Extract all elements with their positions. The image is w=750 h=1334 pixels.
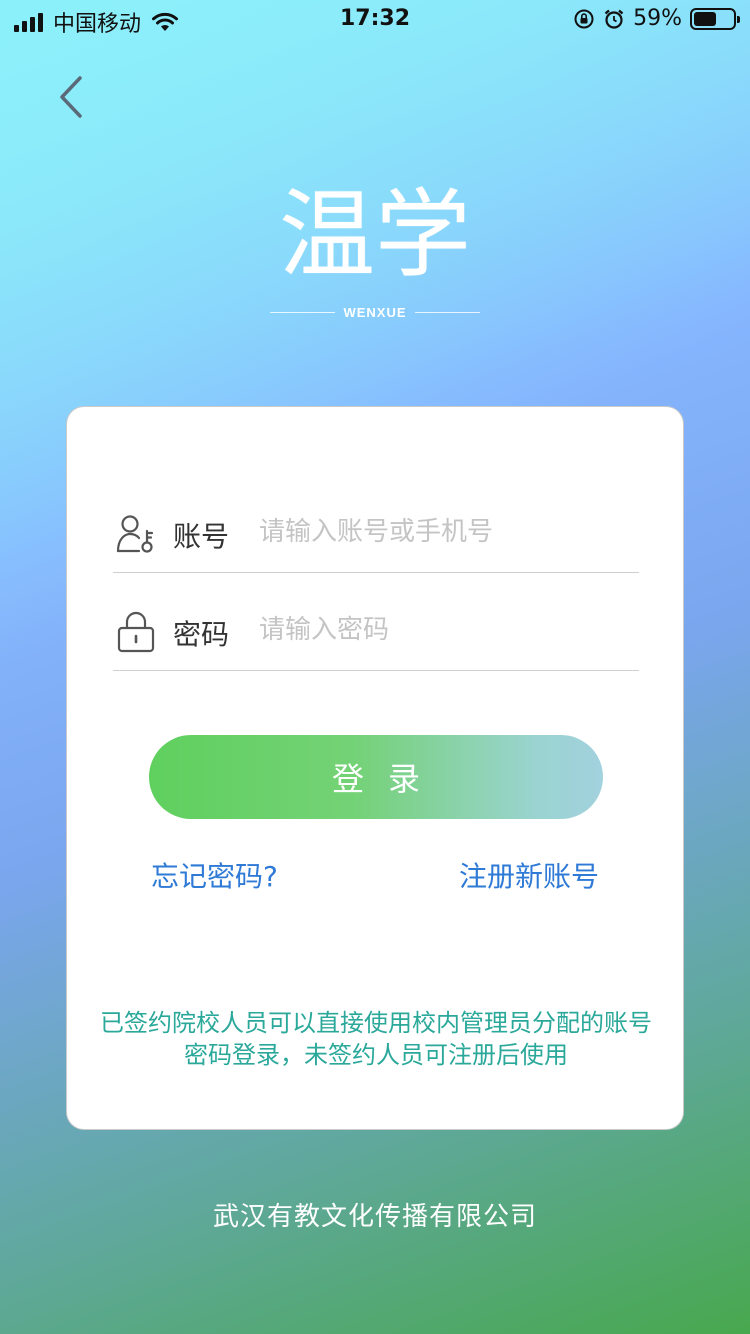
user-key-icon bbox=[116, 515, 154, 553]
account-field: 账号 bbox=[113, 497, 639, 573]
logo-subtitle-row: WENXUE bbox=[270, 304, 480, 320]
account-label: 账号 bbox=[173, 520, 230, 553]
password-label: 密码 bbox=[173, 618, 230, 651]
alarm-icon bbox=[604, 9, 624, 29]
account-input[interactable] bbox=[259, 509, 629, 555]
company-name: 武汉有教文化传播有限公司 bbox=[212, 1202, 537, 1232]
logo-divider-right bbox=[414, 311, 480, 313]
battery-percent: 59% bbox=[633, 6, 682, 31]
back-button[interactable] bbox=[52, 72, 92, 122]
logo-divider-left bbox=[270, 311, 336, 313]
register-link[interactable]: 注册新账号 bbox=[459, 855, 599, 895]
login-card: 账号 密码 登录 忘记密码? 注册新账号 已签约院校人员可以直接使用校内管理员分… bbox=[66, 406, 684, 1130]
lock-icon bbox=[117, 611, 155, 653]
forgot-password-link[interactable]: 忘记密码? bbox=[151, 855, 278, 895]
logo-title: 温学 bbox=[279, 179, 471, 291]
battery-fill bbox=[694, 11, 717, 26]
password-input[interactable] bbox=[259, 607, 629, 653]
orientation-lock-icon bbox=[574, 9, 594, 28]
battery-icon bbox=[690, 7, 740, 30]
status-right: 59% bbox=[573, 6, 740, 31]
logo-subtitle: WENXUE bbox=[343, 304, 407, 320]
password-field: 密码 bbox=[113, 595, 639, 671]
login-button[interactable]: 登录 bbox=[149, 735, 603, 819]
status-bar: 中国移动 17:32 59% bbox=[0, 0, 750, 40]
app-logo: 温学 WENXUE bbox=[270, 180, 480, 320]
login-note: 已签约院校人员可以直接使用校内管理员分配的账号密码登录，未签约人员可注册后使用 bbox=[100, 1009, 652, 1069]
